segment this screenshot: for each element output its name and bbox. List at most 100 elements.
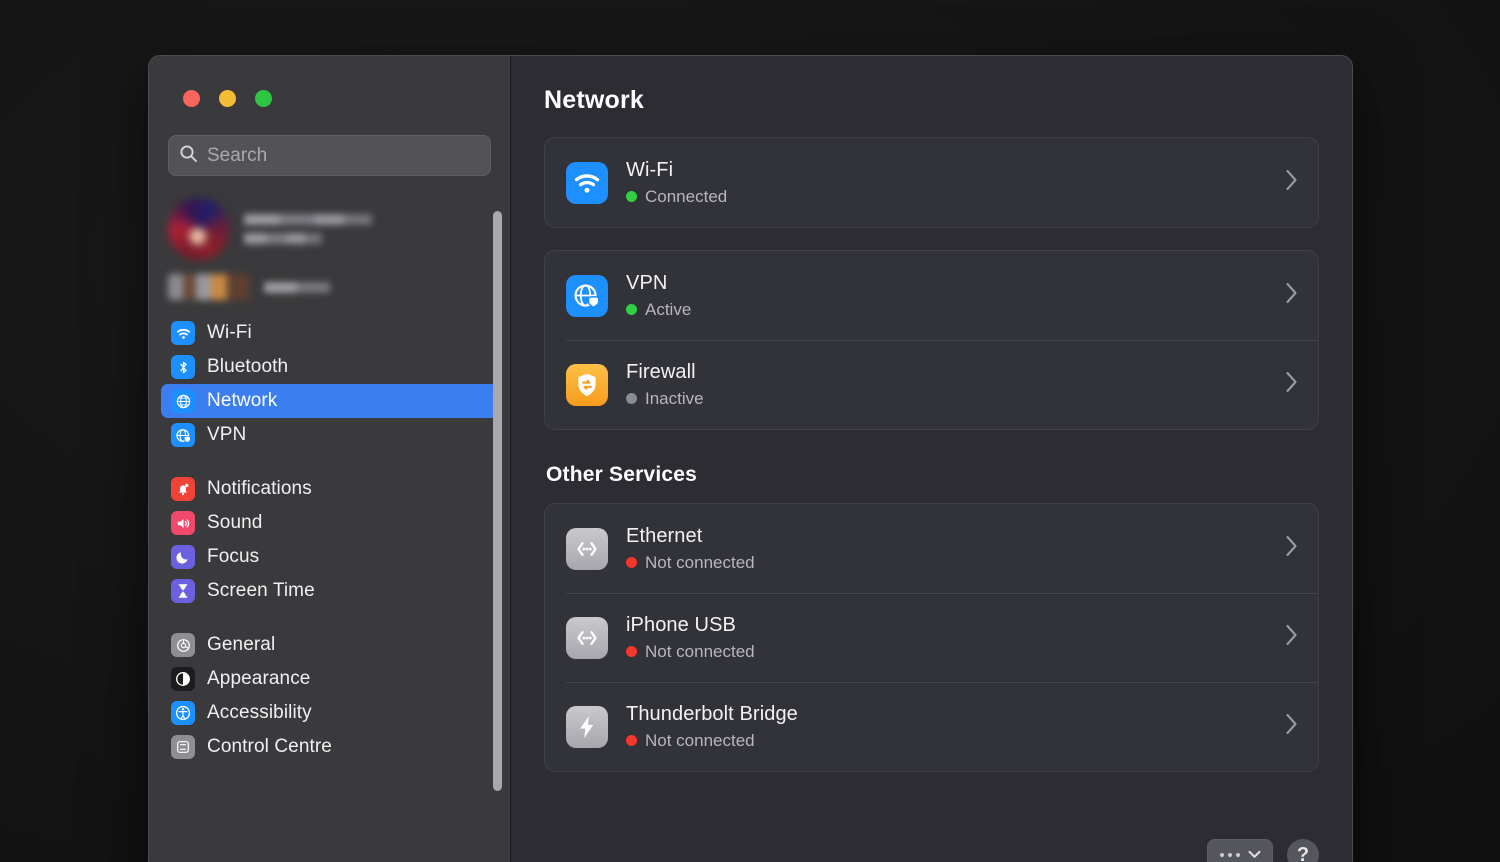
desktop-background: Wi-Fi Bluetooth	[0, 0, 1500, 862]
status-label: Inactive	[645, 388, 704, 408]
service-name: Firewall	[626, 360, 696, 383]
status-label: Not connected	[645, 641, 755, 661]
sidebar-item-label: Focus	[207, 546, 260, 567]
status-dot	[626, 735, 637, 746]
service-status: Active	[626, 300, 1285, 320]
sidebar-item-vpn[interactable]: VPN	[161, 418, 498, 452]
sidebar-item-bluetooth[interactable]: Bluetooth	[161, 350, 498, 384]
profile-secondary-label-redacted	[264, 281, 330, 293]
search-input[interactable]	[207, 144, 480, 167]
status-label: Active	[645, 299, 692, 319]
service-status: Inactive	[626, 389, 1285, 409]
sidebar-item-wi-fi[interactable]: Wi-Fi	[161, 316, 498, 350]
status-dot	[626, 191, 637, 202]
sidebar-item-label: Accessibility	[207, 702, 312, 723]
service-row-firewall[interactable]: Firewall Inactive	[545, 340, 1318, 429]
sidebar-item-network[interactable]: Network	[161, 384, 498, 418]
sidebar-item-general[interactable]: General	[161, 628, 498, 662]
sidebar-group-appearance: General Appearance Accessibility Control…	[161, 628, 498, 784]
sidebar-nav: Wi-Fi Bluetooth Network VPN Notification…	[149, 306, 510, 784]
chevron-right-icon	[1285, 713, 1298, 740]
service-row-vpn[interactable]: VPN Active	[545, 251, 1318, 340]
sidebar-item-label: Wi-Fi	[207, 322, 252, 343]
service-status: Not connected	[626, 553, 1285, 573]
primary-services-card-wifi: Wi-Fi Connected	[544, 137, 1319, 228]
chevron-right-icon	[1285, 282, 1298, 309]
profile-secondary-row[interactable]	[168, 268, 491, 306]
service-name: VPN	[626, 271, 668, 294]
avatar	[168, 198, 230, 260]
sidebar-item-control-centre[interactable]: Control Centre	[161, 730, 498, 764]
status-label: Not connected	[645, 730, 755, 750]
sidebar-item-label: VPN	[207, 424, 247, 445]
vpn-globe-icon	[171, 423, 195, 447]
sidebar-item-screen-time[interactable]: Screen Time	[161, 574, 498, 608]
more-options-button[interactable]	[1207, 839, 1273, 862]
ellipsis-icon	[1219, 853, 1240, 857]
sidebar-item-label: Notifications	[207, 478, 312, 499]
help-button[interactable]: ?	[1287, 839, 1319, 862]
service-status: Not connected	[626, 731, 1285, 751]
service-status: Not connected	[626, 642, 1285, 662]
service-text: iPhone USB Not connected	[626, 614, 1285, 662]
control-centre-icon	[171, 735, 195, 759]
other-services-card: Ethernet Not connected iPhone USB Not co…	[544, 503, 1319, 772]
hourglass-icon	[171, 579, 195, 603]
chevron-right-icon	[1285, 169, 1298, 196]
content-footer: ?	[1207, 839, 1319, 862]
moon-icon	[171, 545, 195, 569]
service-text: Ethernet Not connected	[626, 525, 1285, 573]
sidebar-item-label: Screen Time	[207, 580, 315, 601]
appearance-icon	[171, 667, 195, 691]
sidebar: Wi-Fi Bluetooth	[149, 56, 511, 862]
page-title: Network	[544, 86, 645, 114]
service-name: Wi-Fi	[626, 158, 674, 181]
status-dot	[626, 646, 637, 657]
status-dot	[626, 393, 637, 404]
service-name: Thunderbolt Bridge	[626, 702, 798, 725]
ethernet-icon	[566, 616, 608, 659]
vpn-globe-icon	[566, 274, 608, 317]
primary-services-card-vpn-firewall: VPN Active Firewall Inactive	[544, 250, 1319, 430]
service-row-ethernet[interactable]: Ethernet Not connected	[545, 504, 1318, 593]
search-icon	[179, 144, 198, 168]
status-dot	[626, 557, 637, 568]
bluetooth-icon	[171, 355, 195, 379]
main-content: Network Wi-Fi Connected VPN Active Firew…	[511, 56, 1352, 862]
sidebar-item-notifications[interactable]: Notifications	[161, 472, 498, 506]
minimize-button[interactable]	[219, 90, 236, 107]
service-row-wi-fi[interactable]: Wi-Fi Connected	[545, 138, 1318, 227]
close-button[interactable]	[183, 90, 200, 107]
sidebar-scrollbar[interactable]	[493, 211, 502, 791]
status-label: Connected	[645, 186, 728, 206]
service-status: Connected	[626, 187, 1285, 207]
service-text: Firewall Inactive	[626, 361, 1285, 409]
maximize-button[interactable]	[255, 90, 272, 107]
user-profile-redacted[interactable]	[149, 198, 510, 306]
chevron-right-icon	[1285, 535, 1298, 562]
profile-name-redacted	[244, 214, 372, 244]
sidebar-item-accessibility[interactable]: Accessibility	[161, 696, 498, 730]
ethernet-icon	[566, 527, 608, 570]
sidebar-item-label: Control Centre	[207, 736, 332, 757]
sidebar-group-connectivity: Wi-Fi Bluetooth Network VPN	[161, 316, 498, 472]
sidebar-item-focus[interactable]: Focus	[161, 540, 498, 574]
chevron-right-icon	[1285, 371, 1298, 398]
service-text: VPN Active	[626, 272, 1285, 320]
profile-primary-row[interactable]	[168, 198, 491, 260]
sidebar-item-appearance[interactable]: Appearance	[161, 662, 498, 696]
wifi-icon	[566, 161, 608, 204]
sidebar-group-system: Notifications Sound Focus Screen Time	[161, 472, 498, 628]
service-row-thunderbolt-bridge[interactable]: Thunderbolt Bridge Not connected	[545, 682, 1318, 771]
sidebar-item-sound[interactable]: Sound	[161, 506, 498, 540]
service-row-iphone-usb[interactable]: iPhone USB Not connected	[545, 593, 1318, 682]
status-label: Not connected	[645, 552, 755, 572]
search-field[interactable]	[168, 135, 491, 176]
bell-icon	[171, 477, 195, 501]
profile-secondary-thumb	[168, 274, 250, 300]
sidebar-item-label: Network	[207, 390, 278, 411]
chevron-down-icon	[1248, 846, 1261, 862]
chevron-right-icon	[1285, 624, 1298, 651]
system-settings-window: Wi-Fi Bluetooth	[148, 55, 1353, 862]
gear-icon	[171, 633, 195, 657]
